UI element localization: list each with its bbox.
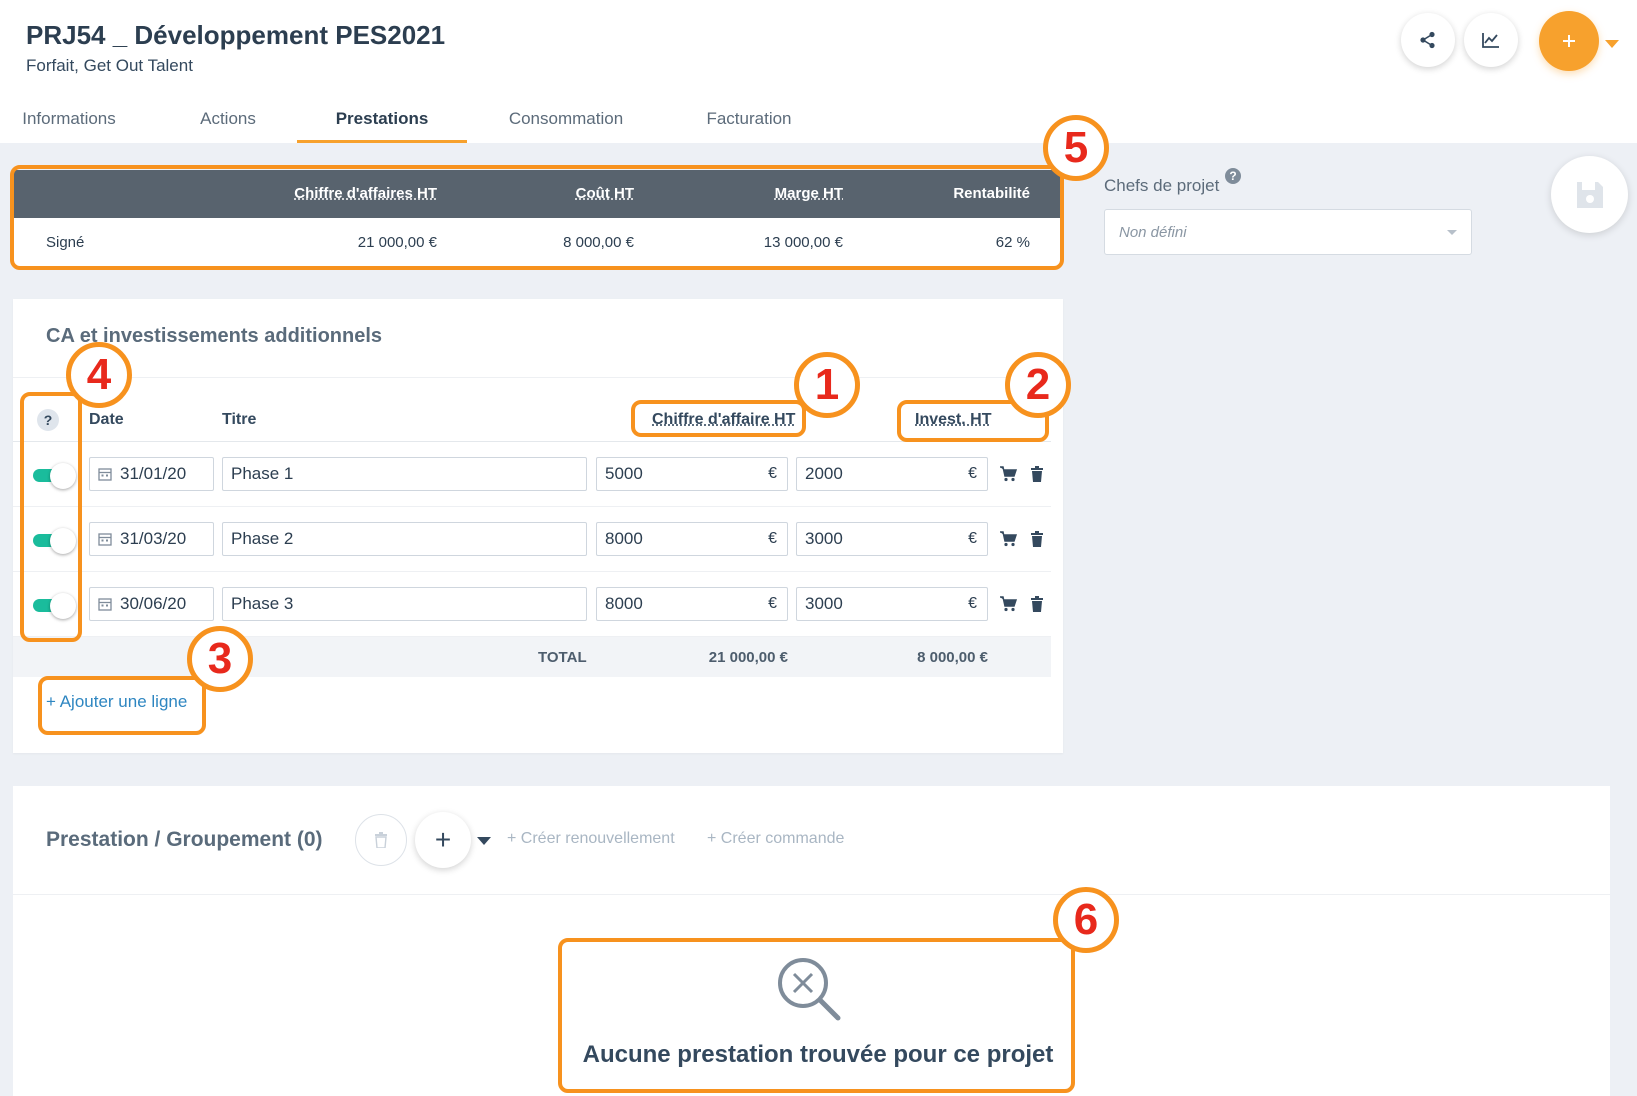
annotation-frame-3 — [38, 676, 206, 735]
calendar-icon — [98, 532, 112, 546]
total-label: TOTAL — [538, 649, 587, 666]
annotation-frame-1 — [631, 400, 806, 437]
annotation-badge-3: 3 — [187, 626, 253, 692]
column-header-titre: Titre — [222, 411, 256, 429]
add-dropdown-caret-icon[interactable] — [1605, 40, 1619, 48]
chevron-down-icon — [1447, 230, 1457, 235]
delete-prestation-button[interactable] — [355, 814, 407, 866]
add-prestation-button[interactable]: + — [415, 812, 471, 868]
page-subtitle: Forfait, Get Out Talent — [26, 56, 193, 76]
add-prestation-caret-icon[interactable] — [477, 837, 491, 845]
divider — [13, 894, 1610, 895]
plus-icon — [1560, 32, 1578, 50]
tab-prestations[interactable]: Prestations — [297, 100, 467, 143]
row-invest-input[interactable]: 3000 € — [796, 587, 988, 621]
trash-icon[interactable] — [1030, 596, 1044, 612]
annotation-badge-1: 1 — [794, 352, 860, 418]
share-button[interactable] — [1401, 13, 1455, 67]
chefs-select[interactable]: Non défini — [1104, 209, 1472, 255]
row-date-value: 30/06/20 — [120, 594, 186, 613]
row-invest-input[interactable]: 2000 € — [796, 457, 988, 491]
tab-actions[interactable]: Actions — [180, 100, 276, 143]
cart-icon[interactable] — [999, 596, 1017, 612]
chefs-label: Chefs de projet — [1104, 176, 1219, 196]
total-row: TOTAL 21 000,00 € 8 000,00 € — [13, 637, 1051, 677]
row-ca-value: 8000 — [605, 594, 643, 613]
row-title-input[interactable]: Phase 3 — [222, 587, 587, 621]
row-invest-input[interactable]: 3000 € — [796, 522, 988, 556]
currency-label: € — [768, 458, 777, 490]
chefs-help-icon[interactable]: ? — [1225, 168, 1241, 184]
row-ca-input[interactable]: 8000 € — [596, 587, 788, 621]
trash-icon — [374, 832, 388, 848]
tab-facturation[interactable]: Facturation — [692, 100, 806, 143]
save-button[interactable] — [1551, 156, 1628, 233]
chart-icon — [1481, 31, 1501, 49]
annotation-frame-4 — [20, 392, 82, 642]
currency-label: € — [768, 588, 777, 620]
row-invest-value: 3000 — [805, 529, 843, 548]
tab-consommation[interactable]: Consommation — [494, 100, 638, 143]
create-renewal-link[interactable]: + Créer renouvellement — [507, 830, 675, 848]
create-order-link[interactable]: + Créer commande — [707, 830, 844, 848]
row-title-input[interactable]: Phase 1 — [222, 457, 587, 491]
currency-label: € — [968, 588, 977, 620]
save-icon — [1573, 178, 1607, 212]
chefs-select-value: Non défini — [1119, 224, 1187, 241]
row-date-value: 31/03/20 — [120, 529, 186, 548]
trash-icon[interactable] — [1030, 466, 1044, 482]
calendar-icon — [98, 597, 112, 611]
table-row: 30/06/20 Phase 3 8000 € 3000 € — [13, 572, 1051, 637]
table-row: 31/03/20 Phase 2 8000 € 3000 € — [13, 507, 1051, 572]
currency-label: € — [968, 458, 977, 490]
table-row: 31/01/20 Phase 1 5000 € 2000 € — [13, 442, 1051, 507]
annotation-badge-2: 2 — [1005, 352, 1071, 418]
row-date-input[interactable]: 30/06/20 — [89, 587, 214, 621]
currency-label: € — [968, 523, 977, 555]
page-title: PRJ54 _ Développement PES2021 — [26, 20, 445, 51]
row-invest-value: 2000 — [805, 464, 843, 483]
row-invest-value: 3000 — [805, 594, 843, 613]
annotation-badge-6: 6 — [1053, 887, 1119, 953]
add-button[interactable] — [1539, 11, 1599, 71]
trash-icon[interactable] — [1030, 531, 1044, 547]
chart-button[interactable] — [1464, 13, 1518, 67]
row-date-input[interactable]: 31/01/20 — [89, 457, 214, 491]
cart-icon[interactable] — [999, 531, 1017, 547]
annotation-frame-5 — [10, 165, 1064, 270]
annotation-frame-6 — [558, 938, 1075, 1093]
total-ca-value: 21 000,00 € — [709, 649, 788, 666]
row-ca-value: 5000 — [605, 464, 643, 483]
tab-bar: Informations Actions Prestations Consomm… — [0, 100, 900, 143]
row-ca-input[interactable]: 8000 € — [596, 522, 788, 556]
annotation-badge-5: 5 — [1043, 115, 1109, 181]
row-title-input[interactable]: Phase 2 — [222, 522, 587, 556]
share-icon — [1419, 31, 1437, 49]
calendar-icon — [98, 467, 112, 481]
row-ca-input[interactable]: 5000 € — [596, 457, 788, 491]
row-date-value: 31/01/20 — [120, 464, 186, 483]
currency-label: € — [768, 523, 777, 555]
row-date-input[interactable]: 31/03/20 — [89, 522, 214, 556]
divider — [13, 377, 1063, 378]
column-header-date: Date — [89, 411, 124, 429]
total-invest-value: 8 000,00 € — [917, 649, 988, 666]
page-header: PRJ54 _ Développement PES2021 Forfait, G… — [0, 0, 1637, 143]
cart-icon[interactable] — [999, 466, 1017, 482]
prestation-section-title: Prestation / Groupement (0) — [46, 828, 323, 852]
annotation-badge-4: 4 — [66, 342, 132, 408]
tab-informations[interactable]: Informations — [0, 100, 138, 143]
row-ca-value: 8000 — [605, 529, 643, 548]
